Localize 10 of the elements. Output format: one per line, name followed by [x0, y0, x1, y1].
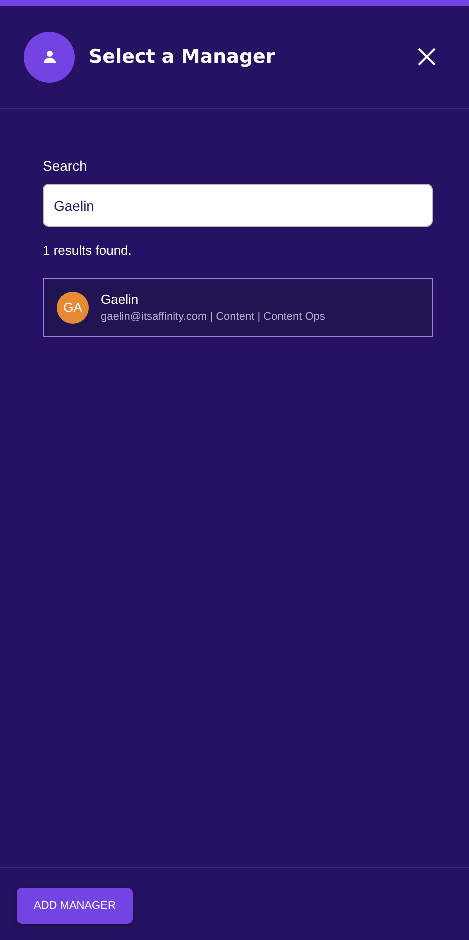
initials-avatar: GA	[57, 292, 89, 324]
result-item[interactable]: GA Gaelin gaelin@itsaffinity.com | Content | Content Ops	[43, 278, 433, 337]
manager-name: Gaelin	[101, 292, 140, 307]
search-label: Search	[43, 158, 88, 174]
manager-details: gaelin@itsaffinity.com | Content | Content Ops	[101, 311, 326, 323]
person-avatar-icon	[24, 32, 75, 82]
dialog-title: Select a Manager	[89, 46, 276, 68]
results-count: 1 results found.	[43, 243, 133, 258]
search-field[interactable]: Gaelin	[43, 184, 433, 227]
add-manager-button[interactable]: ADD MANAGER	[17, 888, 133, 924]
